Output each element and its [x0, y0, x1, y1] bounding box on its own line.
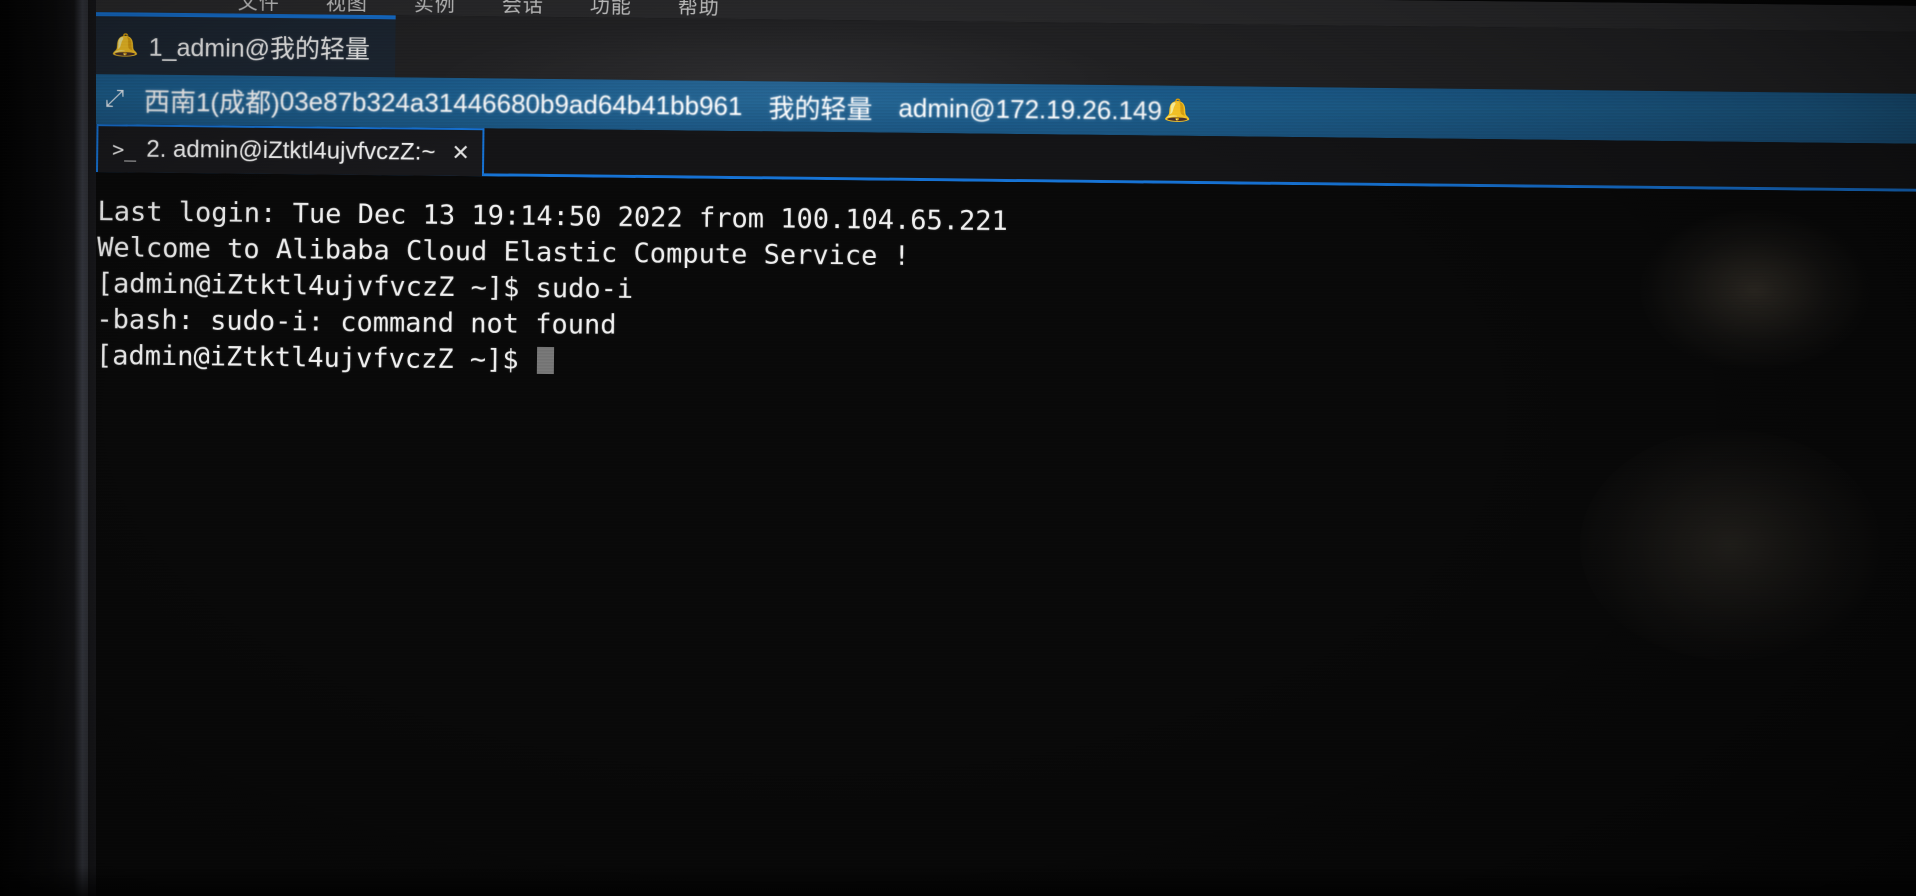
- terminal-tab-2[interactable]: >_ 2. admin@iZtktl4ujvfvczZ:~ ✕: [95, 124, 485, 177]
- bell-icon: 🔔: [111, 32, 139, 58]
- menu-item-instance[interactable]: 实例: [414, 0, 456, 16]
- monitor-photo: 文件 视图 实例 会话 功能 帮助 🔔 1_admin@我的轻量 ⤢ 西南1(成…: [0, 0, 1916, 896]
- close-icon[interactable]: ✕: [451, 140, 470, 166]
- menu-item-session[interactable]: 会话: [502, 0, 544, 17]
- prompt-icon: >_: [112, 137, 137, 162]
- bell-icon: 🔔: [1163, 97, 1192, 123]
- menu-item-file[interactable]: 文件: [238, 0, 280, 14]
- connection-instance-name: 我的轻量: [768, 92, 873, 124]
- session-tab-label: 1_admin@我的轻量: [148, 33, 371, 65]
- terminal-output[interactable]: Last login: Tue Dec 13 19:14:50 2022 fro…: [77, 171, 1916, 896]
- connection-user-host: admin@172.19.26.149: [898, 92, 1163, 126]
- fullscreen-expand-icon[interactable]: ⤢: [105, 85, 122, 113]
- session-tab-1-admin[interactable]: 🔔 1_admin@我的轻量: [95, 12, 396, 78]
- terminal-tab-label: 2. admin@iZtktl4ujvfvczZ:~: [146, 135, 436, 166]
- terminal-prompt-text: [admin@iZtktl4ujvfvczZ ~]$: [95, 340, 536, 376]
- terminal-cursor: [536, 346, 555, 375]
- connection-instance-id: 03e87b324a31446680b9ad64b41bb961: [279, 85, 743, 121]
- menu-item-view[interactable]: 视图: [326, 0, 368, 15]
- monitor-bezel-edge: [74, 0, 88, 896]
- menu-item-help[interactable]: 帮助: [678, 0, 720, 19]
- connection-region: 西南1(成都): [143, 86, 280, 118]
- menu-item-function[interactable]: 功能: [590, 0, 632, 18]
- screen-content: 文件 视图 实例 会话 功能 帮助 🔔 1_admin@我的轻量 ⤢ 西南1(成…: [77, 0, 1916, 896]
